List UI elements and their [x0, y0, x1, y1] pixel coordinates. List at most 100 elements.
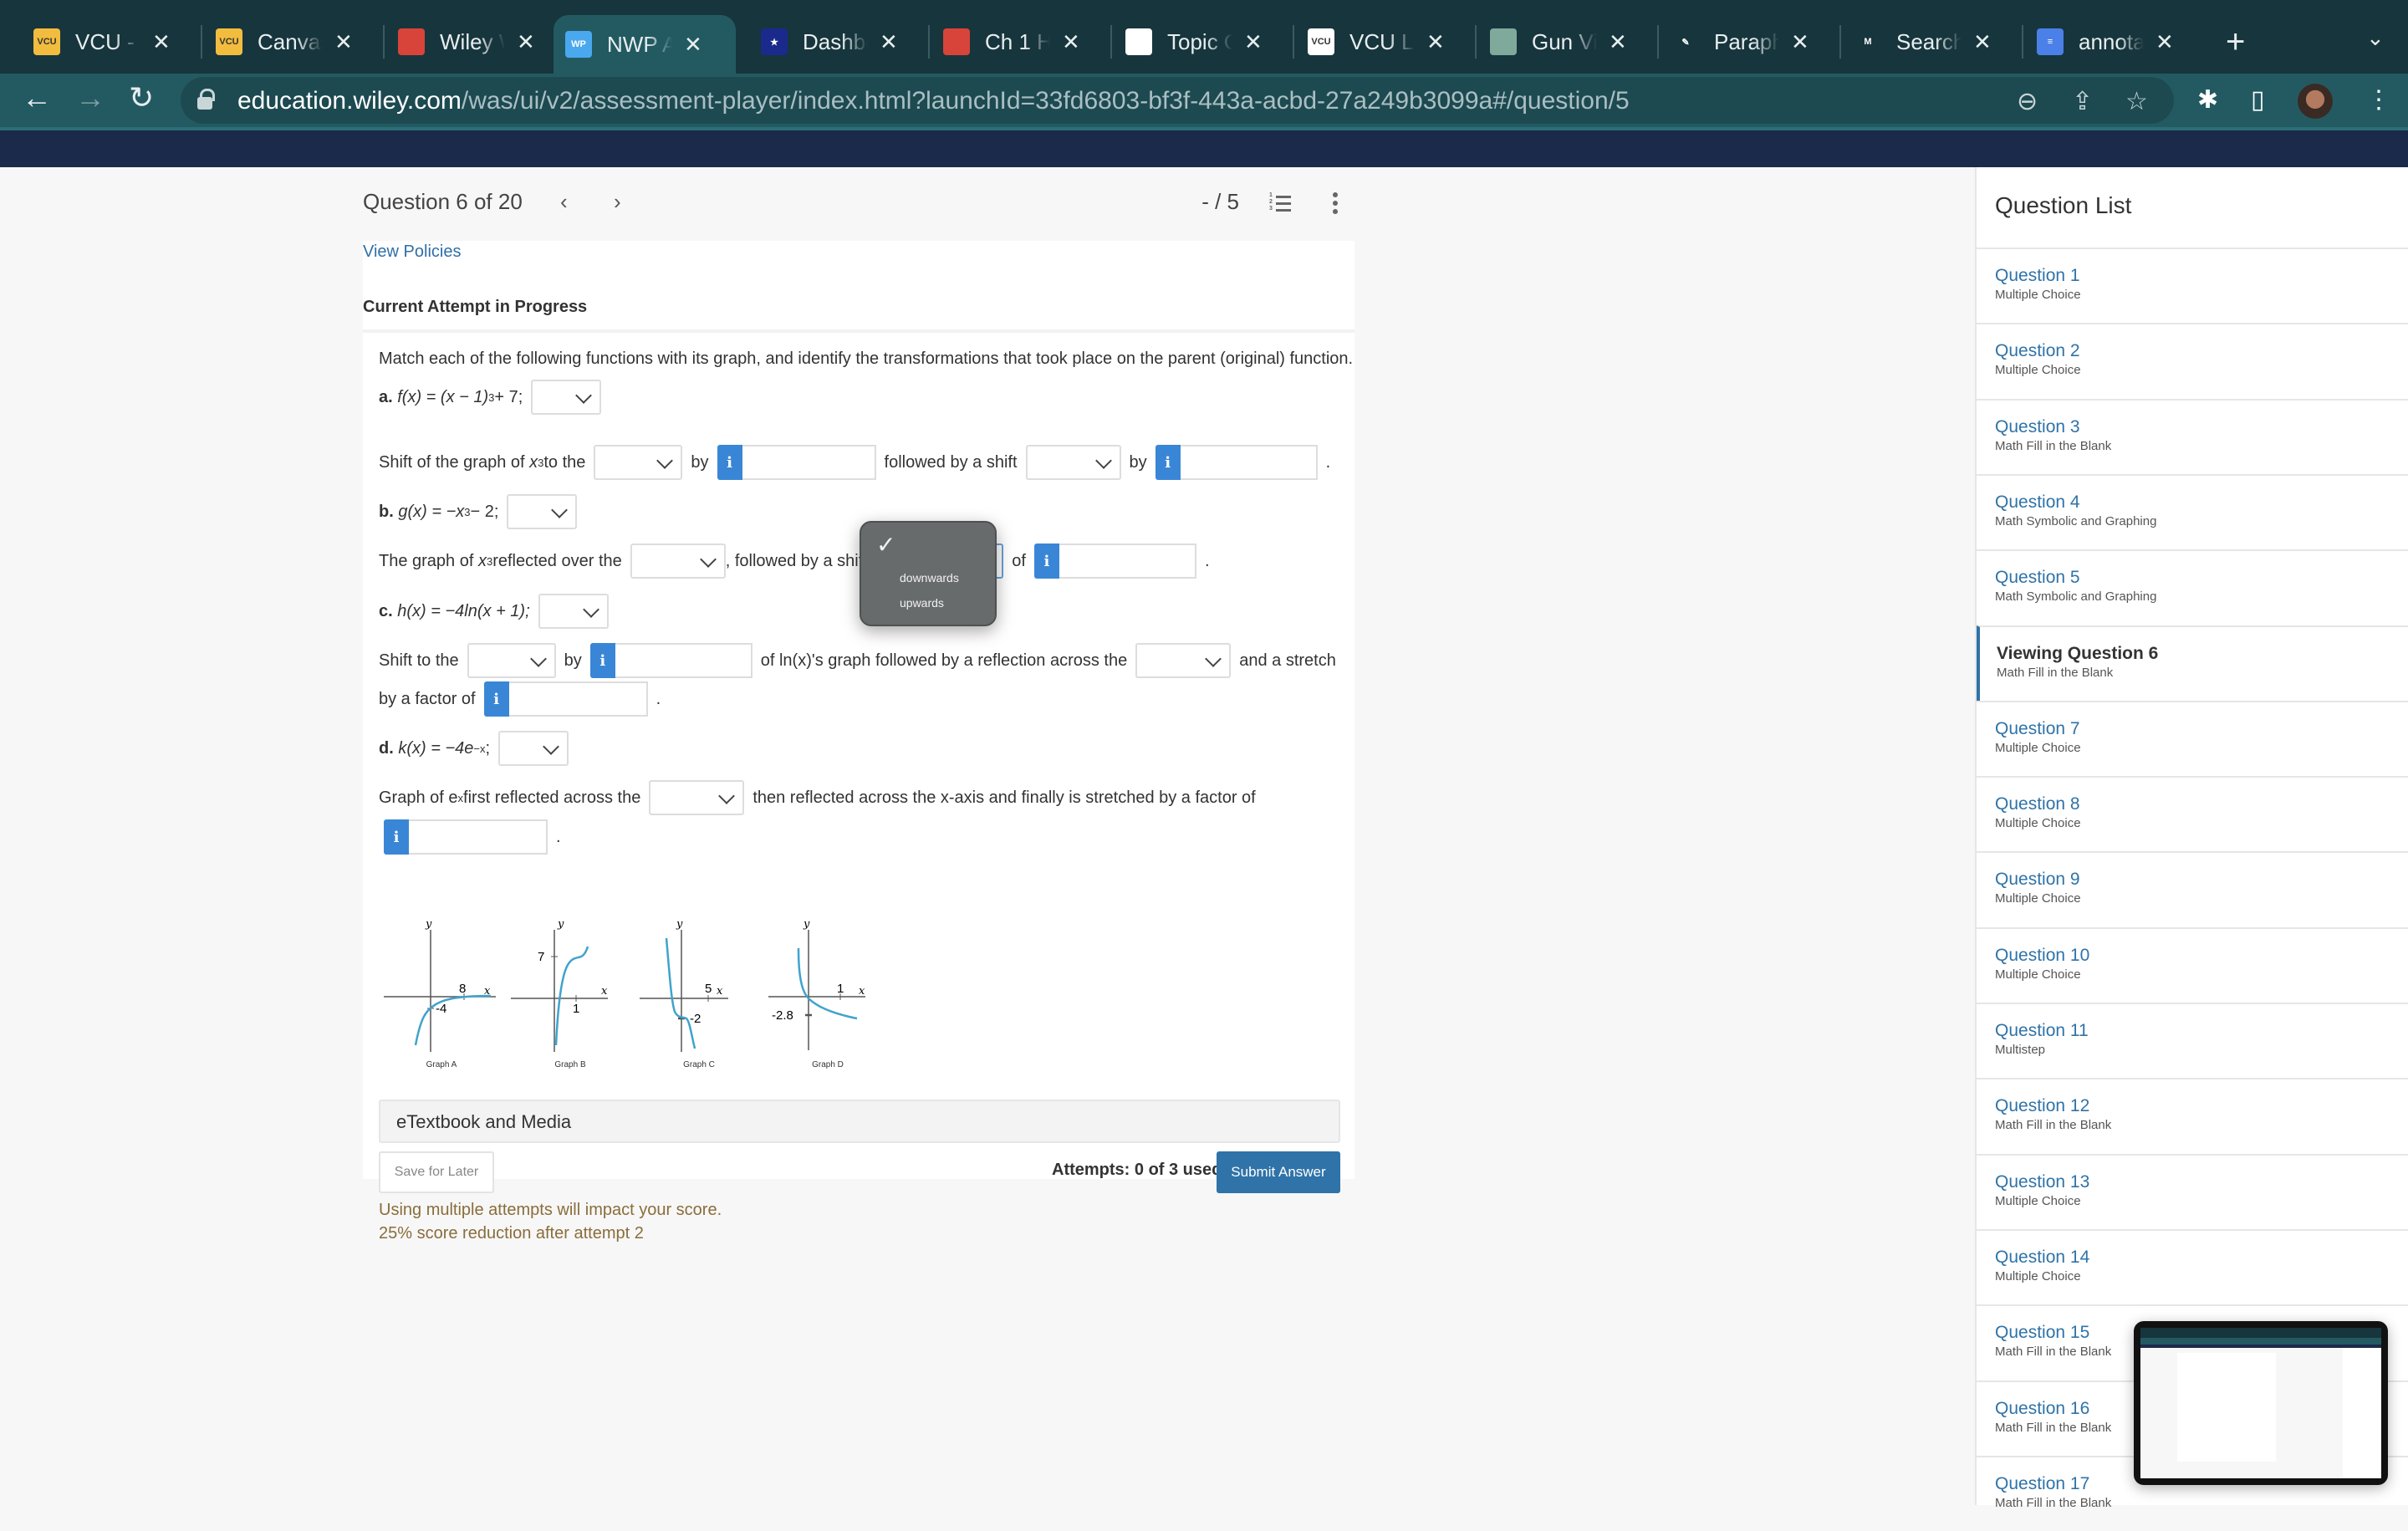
part-a-amount-input-1[interactable]: i [717, 445, 876, 480]
close-tab-icon[interactable]: ✕ [334, 29, 353, 55]
question-list-item[interactable]: Question 14 Multiple Choice [1977, 1228, 2408, 1304]
tab-search-chevron-icon[interactable]: ⌄ [2366, 25, 2385, 51]
save-for-later-button[interactable]: Save for Later [379, 1151, 494, 1193]
part-a-amount-field-1[interactable] [742, 445, 876, 480]
part-c-amount-input[interactable]: i [589, 643, 752, 678]
question-list-item[interactable]: Viewing Question 6 Math Fill in the Blank [1977, 625, 2408, 701]
part-d-factor-field[interactable] [409, 819, 548, 855]
browser-menu-icon[interactable]: ⋮ [2366, 85, 2391, 115]
info-icon[interactable]: i [1155, 445, 1181, 480]
screenshot-thumbnail[interactable] [2134, 1321, 2388, 1485]
close-tab-icon[interactable]: ✕ [1973, 29, 1992, 55]
dropdown-option-upwards[interactable]: upwards [900, 596, 944, 610]
submit-answer-button[interactable]: Submit Answer [1217, 1151, 1340, 1193]
question-list-item[interactable]: Question 13 Multiple Choice [1977, 1153, 2408, 1229]
question-list-item[interactable]: Question 8 Multiple Choice [1977, 776, 2408, 851]
browser-tab[interactable]: Wiley W ✕ [398, 15, 535, 69]
close-tab-icon[interactable]: ✕ [1426, 29, 1445, 55]
part-c-axis-select[interactable] [1135, 643, 1232, 678]
info-icon[interactable]: i [384, 819, 409, 855]
close-tab-icon[interactable]: ✕ [880, 29, 898, 55]
part-c-amount-field[interactable] [615, 643, 752, 678]
bookmark-star-icon[interactable]: ☆ [2125, 87, 2148, 116]
part-a-amount-input-2[interactable]: i [1155, 445, 1318, 480]
part-c-factor-field[interactable] [508, 681, 648, 717]
previous-question-chevron-icon[interactable]: ‹ [560, 189, 568, 215]
part-d-graph-select[interactable] [498, 731, 569, 766]
info-icon[interactable]: i [1033, 544, 1059, 579]
browser-tab[interactable]: VCU VCU Lib ✕ [1308, 15, 1445, 69]
view-policies-link[interactable]: View Policies [363, 242, 461, 262]
question-list-item[interactable]: Question 2 Multiple Choice [1977, 323, 2408, 398]
part-b-axis-select[interactable] [630, 544, 726, 579]
close-tab-icon[interactable]: ✕ [684, 32, 702, 58]
part-c-factor-input[interactable]: i [483, 681, 648, 717]
info-icon[interactable]: i [589, 643, 615, 678]
part-d-axis-select[interactable] [649, 780, 745, 815]
part-d-factor-input[interactable]: i [384, 819, 548, 855]
close-tab-icon[interactable]: ✕ [1244, 29, 1263, 55]
browser-tab[interactable]: Gun Vio ✕ [1490, 15, 1627, 69]
new-tab-button[interactable]: + [2226, 23, 2245, 61]
close-tab-icon[interactable]: ✕ [152, 29, 171, 55]
browser-tab[interactable]: ✎ Paraphr ✕ [1672, 15, 1809, 69]
url-text[interactable]: education.wiley.com/was/ui/v2/assessment… [237, 87, 1630, 115]
part-a-amount-field-2[interactable] [1180, 445, 1318, 480]
part-a-label: a. [379, 387, 393, 406]
address-bar[interactable]: education.wiley.com/was/ui/v2/assessment… [181, 77, 2174, 124]
browser-tab[interactable]: ≡ annotati ✕ [2037, 15, 2174, 69]
close-tab-icon[interactable]: ✕ [2155, 29, 2174, 55]
question-list-item[interactable]: Question 12 Math Fill in the Blank [1977, 1078, 2408, 1153]
question-list-item[interactable]: Question 4 Math Symbolic and Graphing [1977, 473, 2408, 549]
browser-tab[interactable]: VCU Canvas ✕ [216, 15, 353, 69]
graph-b: y x 7 1 Graph B [508, 918, 633, 1077]
close-tab-icon[interactable]: ✕ [1791, 29, 1809, 55]
question-list-item[interactable]: Question 11 Multistep [1977, 1003, 2408, 1078]
part-b-graph-select[interactable] [507, 494, 578, 529]
question-list-item[interactable]: Question 5 Math Symbolic and Graphing [1977, 549, 2408, 625]
lock-icon[interactable] [197, 89, 215, 110]
close-tab-icon[interactable]: ✕ [1609, 29, 1627, 55]
zoom-out-icon[interactable]: ⊖ [2017, 87, 2038, 116]
question-list-item[interactable]: Question 9 Multiple Choice [1977, 851, 2408, 926]
browser-tab[interactable]: ★ Dashbo ✕ [761, 15, 898, 69]
share-icon[interactable]: ⇪ [2072, 87, 2093, 116]
browser-tab[interactable]: M Search ✕ [1854, 15, 1992, 69]
part-a-direction-select-1[interactable] [594, 445, 683, 480]
reload-icon[interactable]: ↻ [129, 80, 154, 115]
etextbook-and-media-panel[interactable]: eTextbook and Media [379, 1100, 1340, 1143]
browser-tab[interactable]: WP NWP As ✕ [554, 15, 736, 74]
question-list-item[interactable]: Question 1 Multiple Choice [1977, 248, 2408, 323]
part-b-amount-field[interactable] [1059, 544, 1196, 579]
question-list-item[interactable]: Question 10 Multiple Choice [1977, 926, 2408, 1003]
tab-title: VCU - C [75, 28, 140, 54]
question-list-item-label: Question 12 [1995, 1096, 2090, 1116]
dropdown-option-downwards[interactable]: downwards [900, 571, 959, 584]
question-list-icon[interactable]: 1 2 3 [1269, 192, 1291, 212]
side-panel-icon[interactable]: ▯ [2251, 85, 2265, 115]
part-a-transform-row: Shift of the graph of x3 to the by i fol… [379, 445, 1330, 480]
more-options-icon[interactable] [1333, 192, 1338, 217]
close-tab-icon[interactable]: ✕ [517, 29, 535, 55]
browser-tab[interactable]: Ch 1 Ho ✕ [943, 15, 1080, 69]
forward-arrow-icon[interactable]: → [75, 80, 105, 115]
question-list-item[interactable]: Question 3 Math Fill in the Blank [1977, 398, 2408, 474]
profile-avatar[interactable] [2298, 84, 2333, 119]
info-icon[interactable]: i [717, 445, 742, 480]
question-list-item[interactable]: Question 7 Multiple Choice [1977, 700, 2408, 776]
question-list-item-label: Question 17 [1995, 1473, 2090, 1493]
browser-tab[interactable]: VCU VCU - C ✕ [33, 15, 171, 69]
part-a-graph-select[interactable] [531, 380, 602, 415]
part-a-direction-select-2[interactable] [1025, 445, 1121, 480]
info-icon[interactable]: i [483, 681, 509, 717]
part-c-direction-select[interactable] [467, 643, 556, 678]
wileyplus-logo-icon: WP [565, 31, 592, 58]
close-tab-icon[interactable]: ✕ [1062, 29, 1080, 55]
next-question-chevron-icon[interactable]: › [614, 189, 621, 215]
part-c-graph-select[interactable] [538, 594, 609, 629]
extensions-puzzle-icon[interactable]: ✱ [2197, 85, 2218, 115]
back-arrow-icon[interactable]: ← [22, 80, 52, 115]
tick-label: 7 [538, 950, 545, 964]
part-b-amount-input[interactable]: i [1033, 544, 1196, 579]
browser-tab[interactable]: Topic O ✕ [1125, 15, 1263, 69]
